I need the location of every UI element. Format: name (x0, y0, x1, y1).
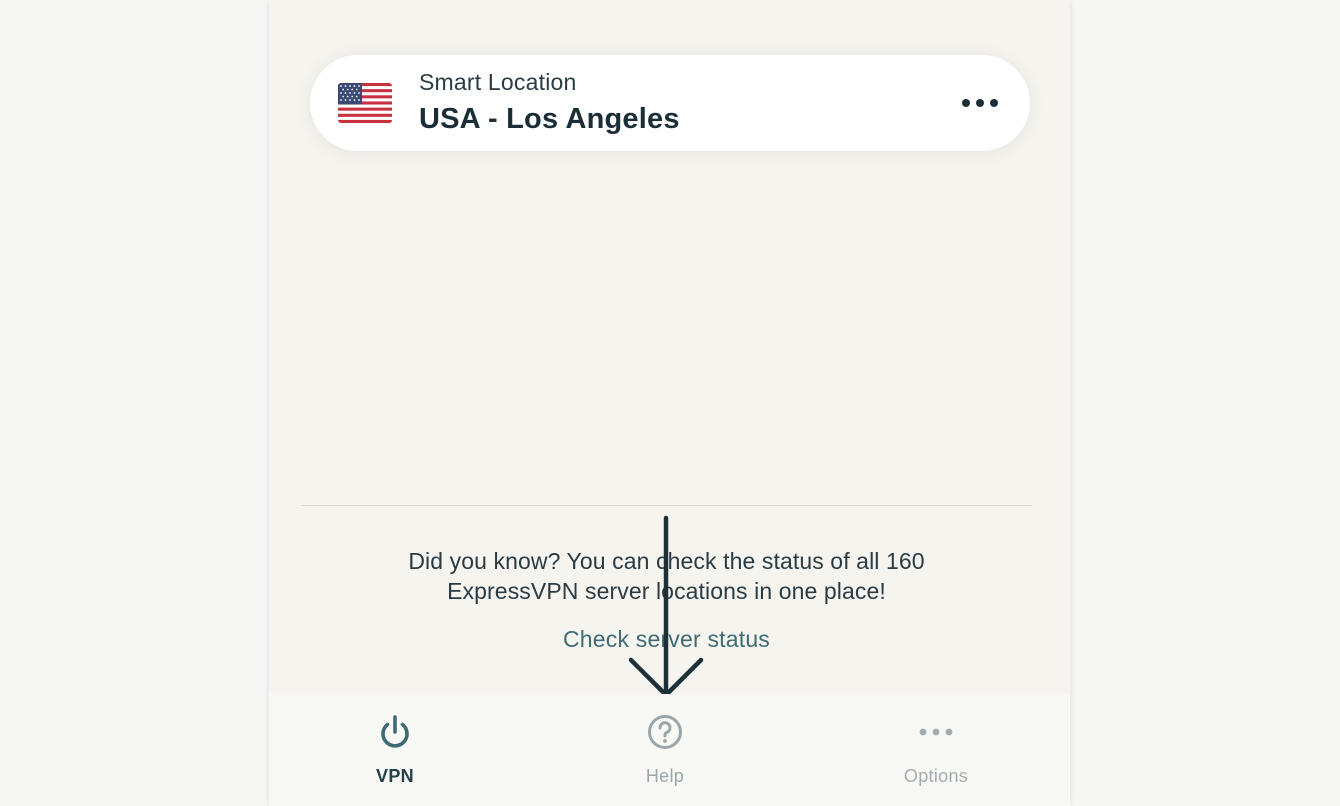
more-horizontal-icon (919, 728, 953, 736)
more-horizontal-icon (962, 99, 998, 107)
bottom-tab-bar: VPN Help Options (269, 694, 1070, 806)
tab-help[interactable]: Help (565, 694, 765, 806)
help-circle-icon (648, 715, 682, 749)
tab-vpn-label: VPN (376, 766, 414, 786)
power-icon (381, 715, 409, 748)
tip-message: Did you know? You can check the status o… (309, 546, 1024, 606)
location-name: USA - Los Angeles (419, 103, 680, 135)
tab-options-label: Options (903, 766, 969, 786)
section-divider (301, 505, 1032, 506)
location-more-button[interactable] (958, 85, 1002, 121)
tab-options[interactable]: Options (836, 694, 1036, 806)
us-flag-icon (338, 83, 392, 123)
tab-vpn[interactable]: VPN (295, 694, 495, 806)
annotation-arrow-icon (628, 515, 704, 698)
location-picker-card[interactable]: Smart Location USA - Los Angeles (310, 55, 1030, 151)
tab-help-label: Help (645, 766, 685, 786)
check-server-status-link[interactable]: Check server status (309, 626, 1024, 653)
tip-line-1: Did you know? You can check the status o… (408, 548, 925, 574)
location-subtitle: Smart Location (419, 69, 577, 95)
tip-line-2: ExpressVPN server locations in one place… (447, 578, 886, 604)
app-window: Smart Location USA - Los Angeles Did you… (269, 0, 1070, 806)
